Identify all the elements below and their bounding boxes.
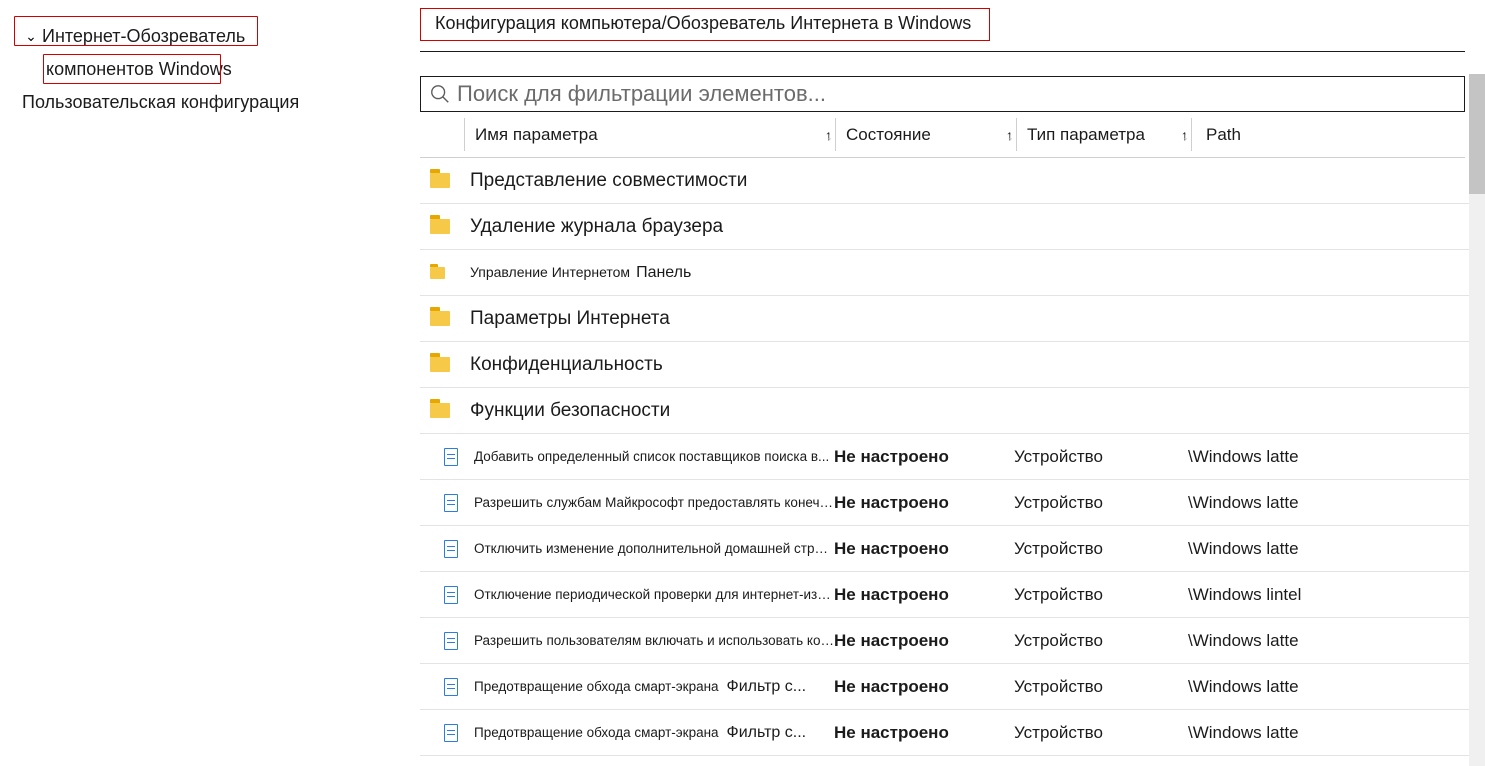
setting-state: Не настроено [834, 677, 1014, 697]
folder-icon [430, 403, 450, 418]
document-icon [444, 540, 458, 558]
setting-path: \Windows latte [1188, 631, 1463, 651]
column-header-state[interactable]: Состояние ↑↓ [836, 125, 1016, 145]
setting-name: Отключение периодической проверки для ин… [464, 587, 834, 602]
folder-row[interactable]: Параметры Интернета [420, 296, 1483, 342]
setting-row[interactable]: Предотвращение обхода смарт-экранаФильтр… [420, 710, 1483, 756]
setting-type: Устройство [1014, 493, 1188, 513]
folder-row[interactable]: Конфиденциальность [420, 342, 1483, 388]
setting-name: Разрешить пользователям включать и испол… [464, 633, 834, 648]
setting-row[interactable]: Разрешить службам Майкрософт предоставля… [420, 480, 1483, 526]
setting-path: \Windows lintel [1188, 585, 1463, 605]
scrollbar[interactable] [1469, 74, 1485, 766]
document-icon [444, 494, 458, 512]
setting-name: Предотвращение обхода смарт-экранаФильтр… [464, 724, 834, 742]
tree-item-label: компонентов Windows [46, 59, 232, 80]
folder-label: Удаление журнала браузера [464, 216, 834, 238]
main-panel: Конфигурация компьютера/Обозреватель Инт… [420, 0, 1485, 766]
setting-type: Устройство [1014, 723, 1188, 743]
folder-label: Параметры Интернета [464, 308, 834, 330]
sort-icon: ↑↓ [825, 127, 835, 143]
setting-state: Не настроено [834, 539, 1014, 559]
folder-extra: Панель [636, 264, 691, 281]
setting-name: Добавить определенный список поставщиков… [464, 449, 834, 464]
sort-icon: ↑↓ [1006, 127, 1016, 143]
folder-icon [430, 267, 445, 279]
search-input[interactable] [457, 81, 1456, 107]
search-icon [429, 83, 451, 105]
setting-state: Не настроено [834, 447, 1014, 467]
folder-icon [430, 311, 450, 326]
setting-path: \Windows latte [1188, 539, 1463, 559]
setting-state: Не настроено [834, 723, 1014, 743]
folder-icon [430, 219, 450, 234]
document-icon [444, 586, 458, 604]
setting-state: Не настроено [834, 631, 1014, 651]
setting-path: \Windows latte [1188, 493, 1463, 513]
tree-item-user-config[interactable]: Пользовательская конфигурация [0, 86, 410, 119]
folder-row[interactable]: Удаление журнала браузера [420, 204, 1483, 250]
setting-name-extra: Фильтр с... [727, 678, 807, 695]
tree-item-windows-components[interactable]: компонентов Windows [0, 53, 410, 86]
tree-item-internet-explorer[interactable]: ⌄ Интернет-Обозреватель [0, 20, 410, 53]
sidebar: ⌄ Интернет-Обозреватель компонентов Wind… [0, 0, 410, 119]
chevron-down-icon: ⌄ [22, 28, 40, 45]
folder-label: Конфиденциальность [464, 354, 834, 376]
setting-row[interactable]: Предотвращение обхода смарт-экранаФильтр… [420, 664, 1483, 710]
breadcrumb-bar: Конфигурация компьютера/Обозреватель Инт… [420, 0, 1465, 52]
grid-body[interactable]: Представление совместимости Удаление журн… [420, 158, 1483, 766]
folder-row[interactable]: Представление совместимости [420, 158, 1483, 204]
setting-path: \Windows latte [1188, 677, 1463, 697]
setting-path: \Windows latte [1188, 723, 1463, 743]
folder-label: Управление ИнтернетомПанель [464, 264, 834, 282]
sort-icon: ↑↓ [1181, 127, 1191, 143]
setting-name: Предотвращение обхода смарт-экранаФильтр… [464, 678, 834, 696]
folder-row[interactable]: Функции безопасности [420, 388, 1483, 434]
search-box[interactable] [420, 76, 1465, 112]
document-icon [444, 678, 458, 696]
document-icon [444, 448, 458, 466]
tree-item-label: Интернет-Обозреватель [42, 26, 245, 47]
setting-state: Не настроено [834, 493, 1014, 513]
setting-row[interactable]: Разрешить пользователям включать и испол… [420, 618, 1483, 664]
document-icon [444, 724, 458, 742]
grid-header: Имя параметра ↑↓ Состояние ↑↓ Тип параме… [420, 112, 1465, 158]
setting-path: \Windows latte [1188, 447, 1463, 467]
setting-name: Разрешить службам Майкрософт предоставля… [464, 495, 834, 510]
column-header-path[interactable]: Path [1192, 125, 1465, 145]
column-header-type[interactable]: Тип параметра ↑↓ [1017, 125, 1191, 145]
tree-item-label: Пользовательская конфигурация [22, 92, 299, 113]
setting-type: Устройство [1014, 539, 1188, 559]
setting-type: Устройство [1014, 447, 1188, 467]
setting-state: Не настроено [834, 585, 1014, 605]
folder-label: Представление совместимости [464, 170, 834, 192]
setting-type: Устройство [1014, 585, 1188, 605]
document-icon [444, 632, 458, 650]
folder-icon [430, 173, 450, 188]
setting-type: Устройство [1014, 631, 1188, 651]
scrollbar-thumb[interactable] [1469, 74, 1485, 194]
folder-label: Функции безопасности [464, 400, 834, 422]
folder-icon [430, 357, 450, 372]
setting-name-extra: Фильтр с... [727, 724, 807, 741]
column-header-name[interactable]: Имя параметра ↑↓ [465, 125, 835, 145]
setting-row[interactable]: Добавить определенный список поставщиков… [420, 434, 1483, 480]
setting-name: Отключить изменение дополнительной домаш… [464, 541, 834, 556]
setting-type: Устройство [1014, 677, 1188, 697]
setting-row[interactable]: Отключить изменение дополнительной домаш… [420, 526, 1483, 572]
folder-row[interactable]: Управление ИнтернетомПанель [420, 250, 1483, 296]
setting-row[interactable]: Отключение периодической проверки для ин… [420, 572, 1483, 618]
breadcrumb: Конфигурация компьютера/Обозреватель Инт… [420, 8, 990, 41]
